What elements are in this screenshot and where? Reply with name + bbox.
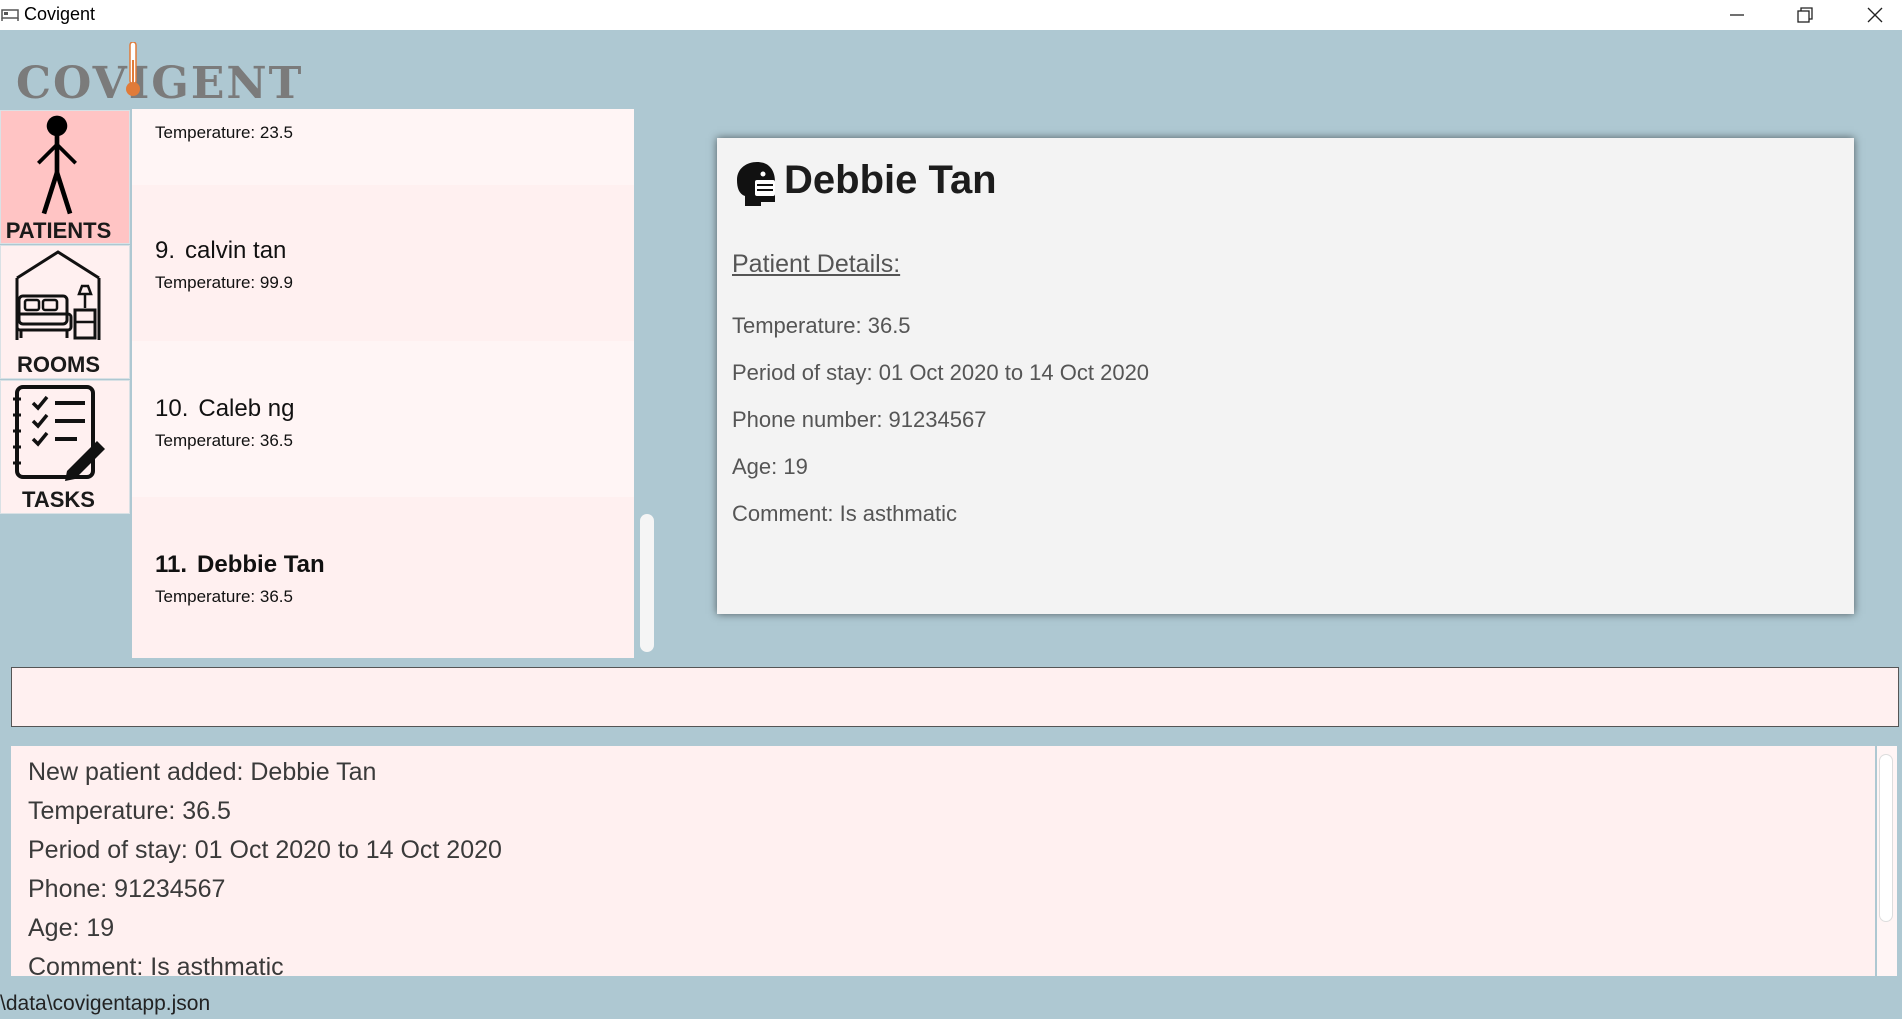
close-icon	[1867, 7, 1883, 23]
patient-name-text: Debbie Tan	[197, 551, 325, 578]
detail-temperature: Temperature: 36.5	[732, 313, 911, 338]
nav-rooms-label: ROOMS	[16, 352, 101, 377]
result-line: New patient added: Debbie Tan	[28, 758, 377, 786]
patient-card-10[interactable]: 10. Caleb ng Temperature: 36.5	[132, 341, 634, 497]
title-bar: Covigent	[0, 0, 1902, 30]
result-line: Comment: Is asthmatic	[28, 953, 284, 976]
checklist-icon	[13, 385, 105, 481]
nav-rooms-tab[interactable]: ROOMS	[0, 245, 130, 379]
hotel-bed-icon	[1, 9, 19, 21]
app-logo: COVIGENT	[16, 40, 301, 109]
detail-period-of-stay: Period of stay: 01 Oct 2020 to 14 Oct 20…	[732, 360, 1150, 385]
command-input[interactable]	[12, 668, 1898, 726]
close-button[interactable]	[1845, 0, 1902, 30]
result-line: Age: 19	[28, 914, 115, 942]
nav-tasks-tab[interactable]: TASKS	[0, 380, 130, 514]
window-title: Covigent	[24, 4, 96, 24]
detail-comment: Comment: Is asthmatic	[732, 501, 957, 526]
patient-card-9[interactable]: 9. calvin tan Temperature: 99.9	[132, 185, 634, 341]
patient-card-11[interactable]: 11. Debbie Tan Temperature: 36.5	[132, 499, 634, 655]
result-scrollbar-thumb[interactable]	[1879, 754, 1893, 922]
patient-name: 11. Debbie Tan	[155, 551, 325, 579]
patient-details-heading: Patient Details:	[732, 250, 901, 278]
detail-age: Age: 19	[732, 454, 808, 479]
command-box	[11, 667, 1899, 727]
patient-temperature: Temperature: 36.5	[155, 431, 293, 450]
patient-list[interactable]: Temperature: 23.5 9. calvin tan Temperatu…	[132, 109, 634, 658]
patient-temperature: Temperature: 99.9	[155, 273, 293, 292]
patient-index: 9.	[155, 237, 176, 264]
patient-name: 10. Caleb ng	[155, 395, 294, 423]
result-display[interactable]: New patient added: Debbie Tan Temperatur…	[11, 746, 1875, 976]
result-line: Temperature: 36.5	[28, 797, 231, 825]
patient-name-text: calvin tan	[185, 237, 287, 264]
patient-temperature: Temperature: 36.5	[155, 587, 293, 606]
result-line: Phone: 91234567	[28, 875, 226, 903]
result-line: Period of stay: 01 Oct 2020 to 14 Oct 20…	[28, 836, 502, 864]
patient-detail-name: Debbie Tan	[784, 158, 997, 202]
minimize-icon	[1730, 14, 1744, 16]
nav-patients-tab[interactable]: PATIENTS	[0, 110, 130, 244]
patient-temperature: Temperature: 23.5	[155, 123, 293, 142]
nav-tasks-label: TASKS	[22, 487, 95, 512]
patient-detail-panel: Debbie Tan Patient Details: Temperature:…	[717, 138, 1854, 614]
thermometer-icon	[126, 42, 140, 96]
patient-list-scrollbar[interactable]	[640, 514, 654, 652]
bedroom-icon	[15, 250, 101, 340]
nav-patients-label: PATIENTS	[5, 218, 112, 243]
patient-card-partial[interactable]: Temperature: 23.5	[132, 109, 634, 185]
restore-button[interactable]	[1775, 0, 1835, 30]
patient-index: 10.	[155, 395, 189, 422]
minimize-button[interactable]	[1707, 0, 1767, 30]
patient-name: 9. calvin tan	[155, 237, 286, 265]
status-bar-file-path: \data\covigentapp.json	[0, 992, 211, 1015]
masked-face-icon	[737, 162, 775, 206]
patient-index: 11.	[155, 551, 188, 578]
detail-phone: Phone number: 91234567	[732, 407, 987, 432]
restore-icon	[1797, 7, 1813, 23]
logo-text: COVIGENT	[16, 58, 304, 109]
person-stick-figure-icon	[37, 115, 77, 215]
patient-name-text: Caleb ng	[198, 395, 295, 422]
